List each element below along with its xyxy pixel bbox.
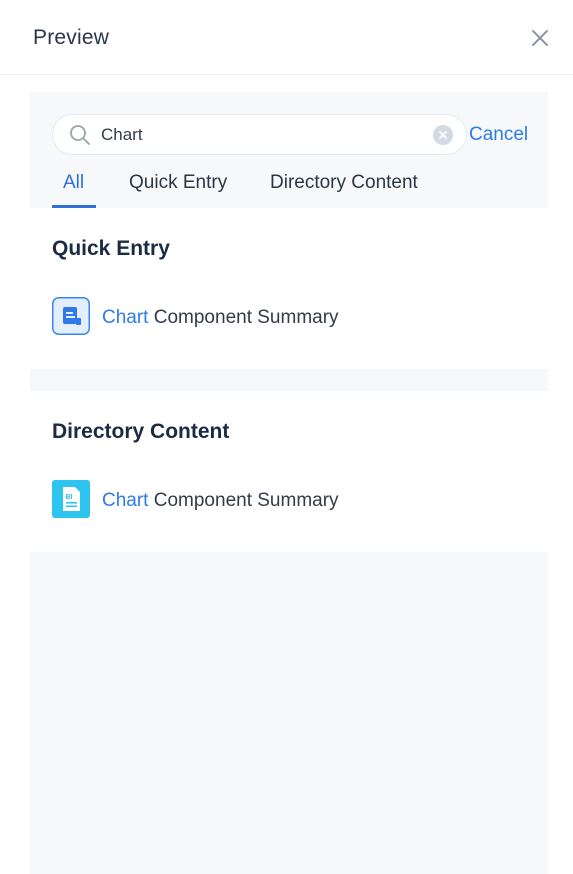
clear-icon[interactable] — [433, 125, 453, 145]
empty-area — [30, 552, 548, 874]
tab-quick-entry[interactable]: Quick Entry — [129, 172, 227, 194]
tab-all[interactable]: All — [63, 172, 84, 194]
search-input[interactable] — [101, 123, 421, 147]
section-title-quick-entry: Quick Entry — [52, 237, 170, 260]
cancel-button[interactable]: Cancel — [469, 124, 528, 146]
quick-entry-result-label: Chart Component Summary — [102, 307, 339, 329]
result-label-rest: Component Summary — [148, 490, 339, 511]
directory-content-result[interactable]: BI Chart Component Summary — [52, 480, 412, 520]
tab-bar: All Quick Entry Directory Content — [52, 170, 532, 208]
match-highlight: Chart — [102, 307, 149, 328]
search-icon — [68, 123, 92, 147]
panel-header: Preview — [0, 0, 573, 75]
svg-text:BI: BI — [66, 494, 73, 501]
panel-title: Preview — [33, 26, 110, 49]
bi-document-icon: BI — [52, 480, 90, 518]
quick-entry-result[interactable]: Chart Component Summary — [52, 297, 412, 337]
report-icon — [52, 297, 90, 335]
close-icon[interactable] — [528, 26, 552, 50]
section-divider — [30, 369, 548, 391]
directory-content-result-label: Chart Component Summary — [102, 490, 339, 512]
section-title-directory-content: Directory Content — [52, 420, 230, 443]
search-box[interactable] — [52, 114, 467, 155]
search-area: Cancel All Quick Entry Directory Content — [30, 92, 548, 208]
active-tab-indicator — [52, 205, 96, 208]
result-label-rest: Component Summary — [148, 307, 339, 328]
match-highlight: Chart — [102, 490, 149, 511]
tab-directory-content[interactable]: Directory Content — [270, 172, 418, 194]
preview-panel: Preview Cancel All Quick Entry Directory… — [0, 0, 573, 874]
